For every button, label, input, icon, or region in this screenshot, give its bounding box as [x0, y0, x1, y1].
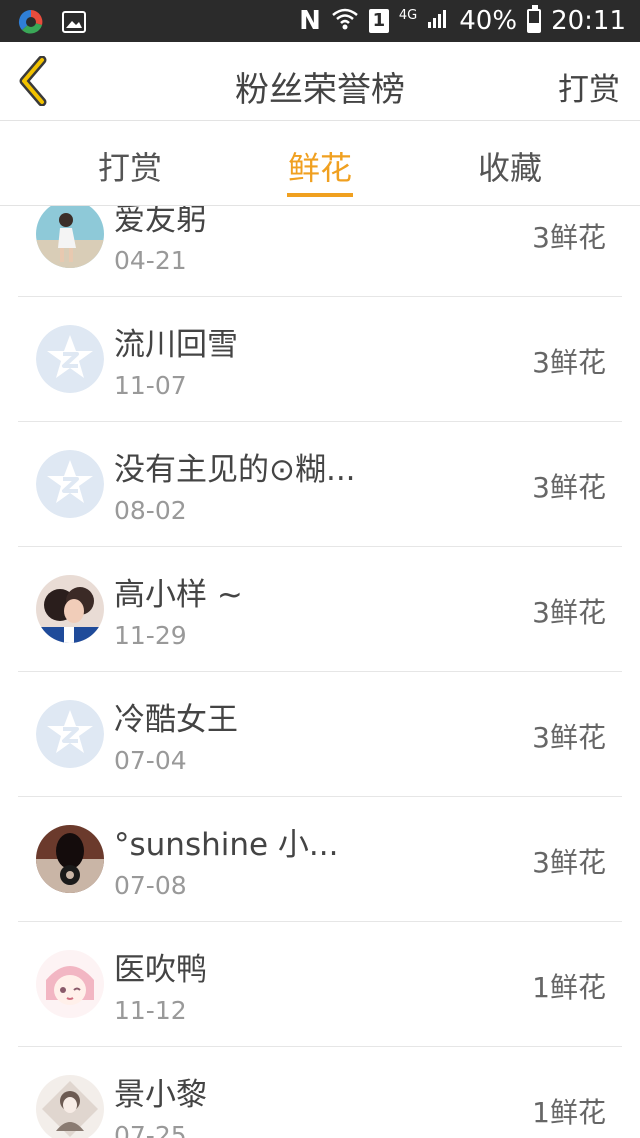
default-avatar-icon: [36, 325, 104, 393]
list-item[interactable]: 冷酷女王 07-04 3鲜花: [18, 672, 622, 797]
fan-name: 冷酷女王: [114, 702, 238, 738]
fan-name: 没有主见的⊙糊...: [114, 452, 356, 488]
flower-count: 1鲜花: [532, 971, 606, 1004]
tab-bar: 打赏 鲜花 收藏: [0, 121, 640, 206]
fan-name: 医吹鸭: [114, 952, 207, 988]
avatar: [36, 825, 104, 893]
signal-icon: [427, 6, 449, 36]
default-avatar-icon: [36, 450, 104, 518]
list-item[interactable]: 流川回雪 11-07 3鲜花: [18, 297, 622, 422]
fan-date: 07-04: [114, 746, 187, 775]
fan-name: 爱友躬: [114, 206, 207, 238]
avatar: [36, 1075, 104, 1138]
sim-indicator: 1: [368, 9, 389, 33]
clock: 20:11: [551, 6, 626, 36]
list-item[interactable]: °sunshine 小... 07-08 3鲜花: [18, 797, 622, 922]
fan-date: 07-08: [114, 871, 187, 900]
list-item[interactable]: 医吹鸭 11-12 1鲜花: [18, 922, 622, 1047]
flower-count: 3鲜花: [532, 721, 606, 754]
nfc-icon: N: [299, 6, 321, 36]
avatar: [36, 206, 104, 268]
reward-button[interactable]: 打赏: [558, 64, 620, 109]
flower-count: 3鲜花: [532, 221, 606, 254]
default-avatar-icon: [36, 700, 104, 768]
avatar: [36, 575, 104, 643]
fan-name: °sunshine 小...: [114, 827, 339, 863]
tab-favorites[interactable]: 收藏: [450, 143, 570, 189]
fan-date: 11-07: [114, 371, 187, 400]
fan-date: 08-02: [114, 496, 187, 525]
nav-header: 粉丝荣誉榜 打赏: [0, 42, 640, 121]
status-bar: N 1 4G 40% 20:11: [0, 0, 640, 42]
fan-name: 景小黎: [114, 1077, 207, 1113]
flower-count: 3鲜花: [532, 846, 606, 879]
fan-date: 04-21: [114, 246, 187, 275]
active-tab-indicator: [287, 193, 353, 197]
gallery-notification-icon: [62, 11, 86, 37]
fan-name: 流川回雪: [114, 327, 238, 363]
fan-date: 11-29: [114, 621, 187, 650]
battery-percent: 40%: [459, 6, 518, 36]
battery-icon: [527, 5, 542, 33]
tab-reward[interactable]: 打赏: [70, 143, 190, 189]
flower-count: 3鲜花: [532, 596, 606, 629]
tab-flowers[interactable]: 鲜花: [260, 143, 380, 189]
wifi-icon: [331, 6, 359, 37]
list-item[interactable]: 爱友躬 04-21 3鲜花: [18, 206, 622, 297]
app-notification-icon: [18, 9, 44, 39]
page-title: 粉丝荣誉榜: [235, 70, 405, 110]
fan-date: 07-25: [114, 1121, 187, 1138]
flower-count: 3鲜花: [532, 346, 606, 379]
fan-date: 11-12: [114, 996, 187, 1025]
list-item[interactable]: 高小样 ~ 11-29 3鲜花: [18, 547, 622, 672]
fan-list[interactable]: 爱友躬 04-21 3鲜花 流川回雪 11-07 3鲜花 没有主见的⊙糊... …: [0, 206, 640, 1138]
list-item[interactable]: 没有主见的⊙糊... 08-02 3鲜花: [18, 422, 622, 547]
avatar: [36, 950, 104, 1018]
fan-name: 高小样 ~: [114, 577, 243, 613]
list-item[interactable]: 景小黎 07-25 1鲜花: [18, 1047, 622, 1138]
flower-count: 1鲜花: [532, 1096, 606, 1129]
flower-count: 3鲜花: [532, 471, 606, 504]
network-type: 4G: [398, 8, 418, 23]
